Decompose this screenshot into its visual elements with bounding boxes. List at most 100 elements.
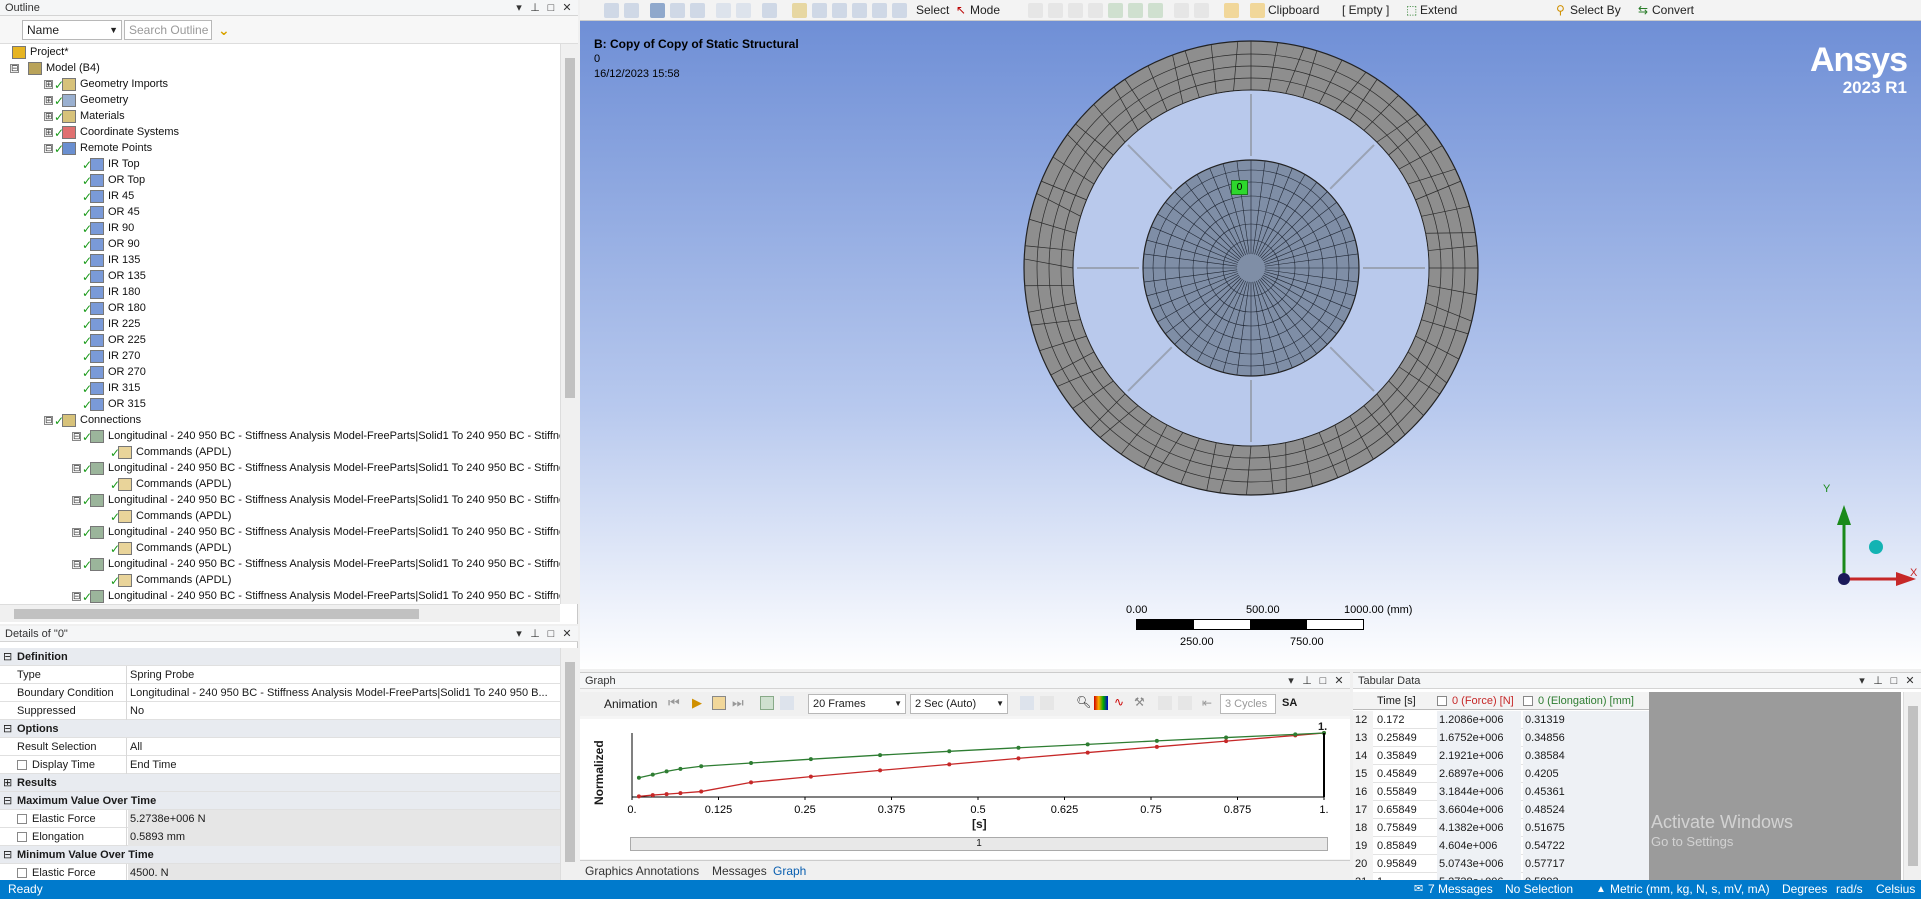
details-row-5[interactable]: Result Selection All (0, 738, 560, 756)
parameter-checkbox[interactable] (17, 814, 27, 825)
shading-icon[interactable] (690, 3, 705, 18)
clipboard-icon[interactable] (1250, 3, 1265, 18)
tree-connection-0[interactable]: Longitudinal - 240 950 BC - Stiffness An… (108, 428, 560, 444)
expand-toggle-icon[interactable]: ⊞ (44, 96, 53, 105)
tree-item-1[interactable]: Geometry (80, 92, 128, 108)
tabular-scrollbar[interactable] (1903, 692, 1921, 881)
dropdown-icon[interactable]: ▾ (1284, 673, 1298, 689)
tree-remote-point-6[interactable]: IR 135 (108, 252, 140, 268)
zoom-box-icon[interactable] (624, 3, 639, 18)
expand-toggle-icon[interactable]: ⊟ (72, 528, 81, 537)
frames-dropdown[interactable]: 20 Frames ▼ (808, 694, 906, 714)
curve-icon[interactable]: ∿ (1114, 695, 1124, 709)
tree-remote-point-11[interactable]: OR 225 (108, 332, 146, 348)
details-section-4[interactable]: ⊟ Options (0, 720, 560, 738)
tree-connection-1[interactable]: Longitudinal - 240 950 BC - Stiffness An… (108, 460, 560, 476)
tab-messages[interactable]: Messages (712, 864, 767, 878)
scrollbar-thumb[interactable] (565, 58, 575, 398)
close-icon[interactable]: ✕ (560, 0, 574, 16)
expand-toggle-icon[interactable]: ⊞ (44, 80, 53, 89)
maximize-icon[interactable]: □ (1887, 673, 1901, 689)
select-element-icon[interactable] (1128, 3, 1143, 18)
play-icon[interactable]: ▶ (692, 695, 702, 711)
probe-icon[interactable]: ⚒ (1134, 695, 1145, 709)
tree-remote-point-4[interactable]: IR 90 (108, 220, 134, 236)
tree-commands-3[interactable]: Commands (APDL) (136, 540, 231, 556)
tree-commands-4[interactable]: Commands (APDL) (136, 572, 231, 588)
magnifier-icon[interactable] (892, 3, 907, 18)
tree-remote-point-9[interactable]: OR 180 (108, 300, 146, 316)
collapse-icon[interactable]: ⊟ (3, 648, 12, 666)
tab-graphics-annotations[interactable]: Graphics Annotations (585, 864, 699, 878)
details-row-3[interactable]: Suppressed No (0, 702, 560, 720)
details-row-value[interactable]: No (128, 702, 560, 720)
details-section-8[interactable]: ⊟ Maximum Value Over Time (0, 792, 560, 810)
details-row-value[interactable]: Spring Probe (128, 666, 560, 684)
zoom-icon[interactable] (812, 3, 827, 18)
outline-vertical-scrollbar[interactable] (560, 44, 578, 604)
tree-connections[interactable]: Connections (80, 412, 141, 428)
expand-toggle-icon[interactable]: ⊟ (72, 464, 81, 473)
name-filter-dropdown[interactable]: Name ▼ (22, 20, 122, 40)
tree-remote-point-5[interactable]: OR 90 (108, 236, 140, 252)
rotate-icon[interactable] (762, 3, 777, 18)
tree-commands-1[interactable]: Commands (APDL) (136, 476, 231, 492)
status-degrees[interactable]: Degrees (1782, 880, 1827, 899)
details-row-value[interactable]: 0.5893 mm (128, 828, 560, 846)
tree-item-4[interactable]: Remote Points (80, 140, 152, 156)
tree-remote-point-10[interactable]: IR 225 (108, 316, 140, 332)
dropdown-icon[interactable]: ▾ (1855, 673, 1869, 689)
tree-remote-point-0[interactable]: IR Top (108, 156, 140, 172)
select-element-face-icon[interactable] (1148, 3, 1163, 18)
select-button[interactable]: Select (916, 3, 949, 18)
pin-icon[interactable]: ⊥ (1300, 673, 1314, 689)
speed-dropdown[interactable]: 2 Sec (Auto) ▼ (910, 694, 1008, 714)
sa-button[interactable]: SA (1282, 697, 1297, 709)
select-mesh-icon[interactable] (1174, 3, 1189, 18)
result-sets-icon[interactable] (780, 696, 794, 710)
status-messages[interactable]: 7 Messages (1428, 880, 1493, 899)
details-scrollbar[interactable] (560, 648, 578, 880)
dropdown-icon[interactable]: ▾ (512, 0, 526, 16)
select-vertex-icon[interactable] (1028, 3, 1043, 18)
status-rads[interactable]: rad/s (1836, 880, 1863, 899)
tree-item-0[interactable]: Geometry Imports (80, 76, 168, 92)
header-elongation[interactable]: 0 (Elongation) [mm] (1523, 692, 1634, 710)
tree-item-2[interactable]: Materials (80, 108, 125, 124)
tree-remote-point-14[interactable]: IR 315 (108, 380, 140, 396)
tree-commands-0[interactable]: Commands (APDL) (136, 444, 231, 460)
details-row-value[interactable]: End Time (128, 756, 560, 774)
extend-dropdown[interactable]: Extend (1420, 3, 1457, 18)
convert-dropdown[interactable]: Convert (1652, 3, 1694, 18)
fit-icon[interactable] (1040, 696, 1054, 710)
probe-label-marker[interactable]: 0 (1231, 180, 1248, 195)
table-row[interactable]: 18 0.75849 4.1382e+006 0.51675 (1353, 819, 1649, 837)
export-video-icon[interactable] (1020, 696, 1034, 710)
details-section-11[interactable]: ⊟ Minimum Value Over Time (0, 846, 560, 864)
tree-remote-point-2[interactable]: IR 45 (108, 188, 134, 204)
graphics-viewport[interactable]: B: Copy of Copy of Static Structural 0 1… (580, 21, 1921, 669)
clipboard-dropdown[interactable]: Clipboard (1268, 3, 1319, 18)
tree-remote-point-7[interactable]: OR 135 (108, 268, 146, 284)
tab-graph[interactable]: Graph (773, 864, 806, 878)
solid-view-icon[interactable] (650, 3, 665, 18)
collapse-icon[interactable]: ⊞ (3, 774, 12, 792)
view-icon[interactable] (716, 3, 731, 18)
maximize-icon[interactable]: □ (1316, 673, 1330, 689)
stop-icon[interactable] (712, 696, 726, 710)
cycle-icon[interactable]: ⇤ (1202, 696, 1216, 710)
collapse-icon[interactable]: ⊟ (3, 846, 12, 864)
wireframe-icon[interactable] (670, 3, 685, 18)
tree-project[interactable]: Project* (30, 44, 69, 60)
tree-item-3[interactable]: Coordinate Systems (80, 124, 179, 140)
table-icon[interactable] (1158, 696, 1172, 710)
details-row-value[interactable]: 5.2738e+006 N (128, 810, 560, 828)
expand-toggle-icon[interactable]: ⊟ (72, 432, 81, 441)
table-row[interactable]: 19 0.85849 4.604e+006 0.54722 (1353, 837, 1649, 855)
table-row[interactable]: 17 0.65849 3.6604e+006 0.48524 (1353, 801, 1649, 819)
details-row-6[interactable]: Display Time End Time (0, 756, 560, 774)
parameter-checkbox[interactable] (17, 832, 27, 843)
zoom-to-fit-icon[interactable] (604, 3, 619, 18)
mode-dropdown[interactable]: Mode (970, 3, 1000, 18)
zoom-out-icon[interactable] (852, 3, 867, 18)
